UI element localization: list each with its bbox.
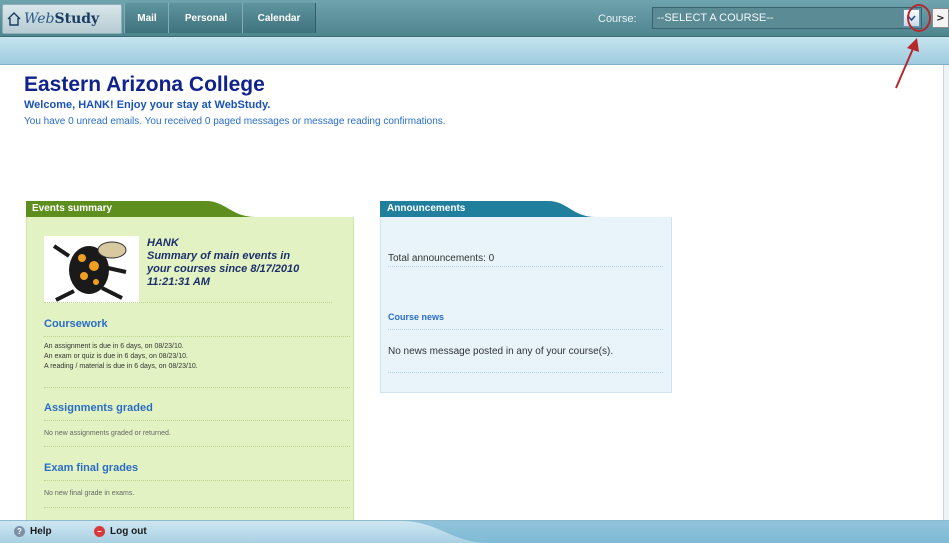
logo-text: WebStudy [24,11,100,27]
announcements-title: Announcements [387,203,466,214]
coursework-title[interactable]: Coursework [44,318,108,330]
list-item: An assignment is due in 6 days, on 08/23… [44,343,184,350]
gila-monster-avatar [44,236,139,303]
highlight-circle [907,4,931,32]
tab-personal[interactable]: Personal [168,3,244,33]
footer-wave [400,521,949,543]
divider [44,446,350,447]
assignments-graded-text: No new assignments graded or returned. [44,430,171,437]
divider [388,329,663,330]
divider [44,420,350,421]
scrollbar[interactable] [943,65,949,520]
exam-final-grades-text: No new final grade in exams. [44,490,135,497]
help-button[interactable]: ? Help [14,526,52,537]
messages-summary: You have 0 unread emails. You received 0… [24,116,446,127]
logout-button[interactable]: – Log out [94,526,147,537]
help-icon: ? [14,526,25,537]
top-nav-bar: WebStudy Mail Personal Calendar Course: … [0,0,949,37]
tab-mail[interactable]: Mail [124,3,170,33]
divider [44,480,350,481]
welcome-message: Welcome, HANK! Enjoy your stay at WebStu… [24,99,271,111]
divider [44,507,350,508]
total-announcements: Total announcements: 0 [388,253,495,264]
events-summary-intro: HANK Summary of main events in your cour… [147,237,327,289]
tab-calendar[interactable]: Calendar [242,3,316,33]
assignments-graded-title[interactable]: Assignments graded [44,402,153,414]
divider [388,266,663,267]
events-summary-title: Events summary [32,203,113,214]
course-select[interactable]: --SELECT A COURSE-- [652,7,922,29]
exam-final-grades-title[interactable]: Exam final grades [44,462,138,474]
divider [44,302,332,303]
course-label: Course: [598,13,637,25]
red-arrow-annotation [895,38,919,89]
coursework-list: An assignment is due in 6 days, on 08/23… [44,342,198,372]
announcements-panel [380,217,672,393]
divider [44,387,350,388]
power-icon: – [94,526,105,537]
footer-bar: ? Help – Log out [0,520,949,543]
home-icon [7,12,21,26]
go-button[interactable]: > [932,8,949,28]
list-item: A reading / material is due in 6 days, o… [44,363,198,370]
course-news-title[interactable]: Course news [388,312,444,322]
course-select-value: --SELECT A COURSE-- [657,12,774,24]
list-item: An exam or quiz is due in 6 days, on 08/… [44,353,188,360]
college-title: Eastern Arizona College [24,73,265,96]
divider [44,336,350,337]
course-news-text: No news message posted in any of your co… [388,346,614,357]
user-name: HANK [147,237,179,249]
sub-toolbar [0,37,949,65]
webstudy-logo[interactable]: WebStudy [2,4,122,34]
divider [388,372,663,373]
